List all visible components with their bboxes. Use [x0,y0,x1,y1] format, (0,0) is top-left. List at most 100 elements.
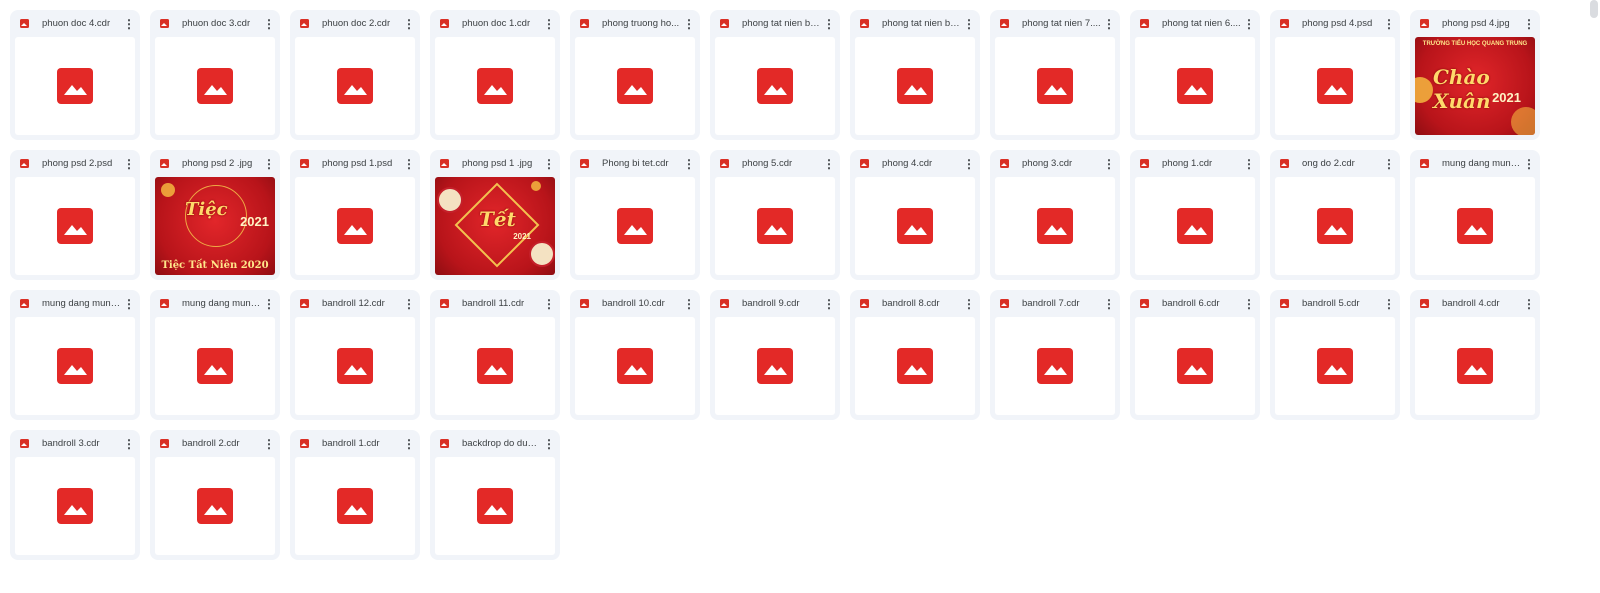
file-thumbnail[interactable] [435,37,555,135]
more-actions-button[interactable]: ⋮ [1102,155,1116,173]
more-actions-button[interactable]: ⋮ [122,155,136,173]
file-card[interactable]: phong psd 1.psd ⋮ [290,150,420,280]
more-actions-button[interactable]: ⋮ [1382,155,1396,173]
file-thumbnail[interactable] [295,37,415,135]
more-actions-button[interactable]: ⋮ [1522,15,1536,33]
more-actions-button[interactable]: ⋮ [402,295,416,313]
more-actions-button[interactable]: ⋮ [822,155,836,173]
file-card[interactable]: bandroll 10.cdr ⋮ [570,290,700,420]
file-card[interactable]: bandroll 7.cdr ⋮ [990,290,1120,420]
more-actions-button[interactable]: ⋮ [402,15,416,33]
more-actions-button[interactable]: ⋮ [682,15,696,33]
file-card[interactable]: phuon doc 4.cdr ⋮ [10,10,140,140]
file-card[interactable]: phong tat nien 7.... ⋮ [990,10,1120,140]
file-card[interactable]: mung dang mung... ⋮ [10,290,140,420]
file-card[interactable]: bandroll 9.cdr ⋮ [710,290,840,420]
more-actions-button[interactable]: ⋮ [1242,295,1256,313]
more-actions-button[interactable]: ⋮ [1522,155,1536,173]
file-thumbnail[interactable] [155,37,275,135]
file-card[interactable]: phuon doc 1.cdr ⋮ [430,10,560,140]
file-thumbnail[interactable] [295,457,415,555]
more-actions-button[interactable]: ⋮ [262,295,276,313]
file-card[interactable]: phong 5.cdr ⋮ [710,150,840,280]
file-thumbnail[interactable]: TRƯỜNG TIỂU HỌC QUANG TRUNG Chào Xuân 2021 [1415,37,1535,135]
file-thumbnail[interactable] [575,317,695,415]
file-thumbnail[interactable] [15,37,135,135]
file-thumbnail[interactable] [575,37,695,135]
file-thumbnail[interactable] [155,457,275,555]
file-card[interactable]: phong tat nien 6.... ⋮ [1130,10,1260,140]
file-card[interactable]: phuon doc 3.cdr ⋮ [150,10,280,140]
file-thumbnail[interactable]: Tết 2021 [435,177,555,275]
more-actions-button[interactable]: ⋮ [262,15,276,33]
file-card[interactable]: ong do 2.cdr ⋮ [1270,150,1400,280]
file-thumbnail[interactable] [295,177,415,275]
more-actions-button[interactable]: ⋮ [962,15,976,33]
file-card[interactable]: phong tat nien bo... ⋮ [850,10,980,140]
file-card[interactable]: phong psd 2 .jpg ⋮ Tiệc 2021 Tiệc Tất Niên 2… [150,150,280,280]
more-actions-button[interactable]: ⋮ [122,295,136,313]
scrollbar[interactable] [1588,0,1600,593]
file-card[interactable]: mung dang mung... ⋮ [150,290,280,420]
file-thumbnail[interactable]: Tiệc 2021 Tiệc Tất Niên 2020 [155,177,275,275]
file-thumbnail[interactable] [1135,177,1255,275]
file-card[interactable]: phong 4.cdr ⋮ [850,150,980,280]
more-actions-button[interactable]: ⋮ [962,155,976,173]
more-actions-button[interactable]: ⋮ [122,435,136,453]
more-actions-button[interactable]: ⋮ [1242,155,1256,173]
more-actions-button[interactable]: ⋮ [822,295,836,313]
file-thumbnail[interactable] [575,177,695,275]
more-actions-button[interactable]: ⋮ [1242,15,1256,33]
file-thumbnail[interactable] [995,37,1115,135]
file-card[interactable]: bandroll 3.cdr ⋮ [10,430,140,560]
file-card[interactable]: phong psd 1 .jpg ⋮ Tết 2021 [430,150,560,280]
more-actions-button[interactable]: ⋮ [262,435,276,453]
file-card[interactable]: mung dang mung... ⋮ [1410,150,1540,280]
file-thumbnail[interactable] [855,177,975,275]
file-card[interactable]: phong psd 2.psd ⋮ [10,150,140,280]
file-card[interactable]: phong 1.cdr ⋮ [1130,150,1260,280]
file-card[interactable]: bandroll 2.cdr ⋮ [150,430,280,560]
file-card[interactable]: phong psd 4.jpg ⋮ TRƯỜNG TIỂU HỌC QUANG TR… [1410,10,1540,140]
more-actions-button[interactable]: ⋮ [402,435,416,453]
more-actions-button[interactable]: ⋮ [542,295,556,313]
file-card[interactable]: phong tat nien bo... ⋮ [710,10,840,140]
file-card[interactable]: bandroll 12.cdr ⋮ [290,290,420,420]
file-card[interactable]: bandroll 4.cdr ⋮ [1410,290,1540,420]
file-card[interactable]: phuon doc 2.cdr ⋮ [290,10,420,140]
file-thumbnail[interactable] [15,317,135,415]
file-thumbnail[interactable] [435,457,555,555]
more-actions-button[interactable]: ⋮ [682,295,696,313]
file-thumbnail[interactable] [1135,37,1255,135]
file-thumbnail[interactable] [855,317,975,415]
file-thumbnail[interactable] [295,317,415,415]
file-card[interactable]: phong 3.cdr ⋮ [990,150,1120,280]
file-thumbnail[interactable] [1275,37,1395,135]
file-card[interactable]: phong truong ho... ⋮ [570,10,700,140]
file-thumbnail[interactable] [15,457,135,555]
file-card[interactable]: bandroll 6.cdr ⋮ [1130,290,1260,420]
more-actions-button[interactable]: ⋮ [962,295,976,313]
file-thumbnail[interactable] [1135,317,1255,415]
more-actions-button[interactable]: ⋮ [122,15,136,33]
more-actions-button[interactable]: ⋮ [542,15,556,33]
file-thumbnail[interactable] [1275,177,1395,275]
more-actions-button[interactable]: ⋮ [1382,15,1396,33]
more-actions-button[interactable]: ⋮ [262,155,276,173]
file-thumbnail[interactable] [155,317,275,415]
more-actions-button[interactable]: ⋮ [1102,295,1116,313]
file-card[interactable]: backdrop do dun.... ⋮ [430,430,560,560]
more-actions-button[interactable]: ⋮ [542,155,556,173]
more-actions-button[interactable]: ⋮ [542,435,556,453]
file-thumbnail[interactable] [1415,317,1535,415]
file-card[interactable]: bandroll 11.cdr ⋮ [430,290,560,420]
more-actions-button[interactable]: ⋮ [1382,295,1396,313]
file-card[interactable]: bandroll 5.cdr ⋮ [1270,290,1400,420]
file-thumbnail[interactable] [15,177,135,275]
file-card[interactable]: bandroll 1.cdr ⋮ [290,430,420,560]
file-thumbnail[interactable] [715,37,835,135]
scrollbar-thumb[interactable] [1590,0,1598,18]
more-actions-button[interactable]: ⋮ [1102,15,1116,33]
file-thumbnail[interactable] [435,317,555,415]
more-actions-button[interactable]: ⋮ [822,15,836,33]
